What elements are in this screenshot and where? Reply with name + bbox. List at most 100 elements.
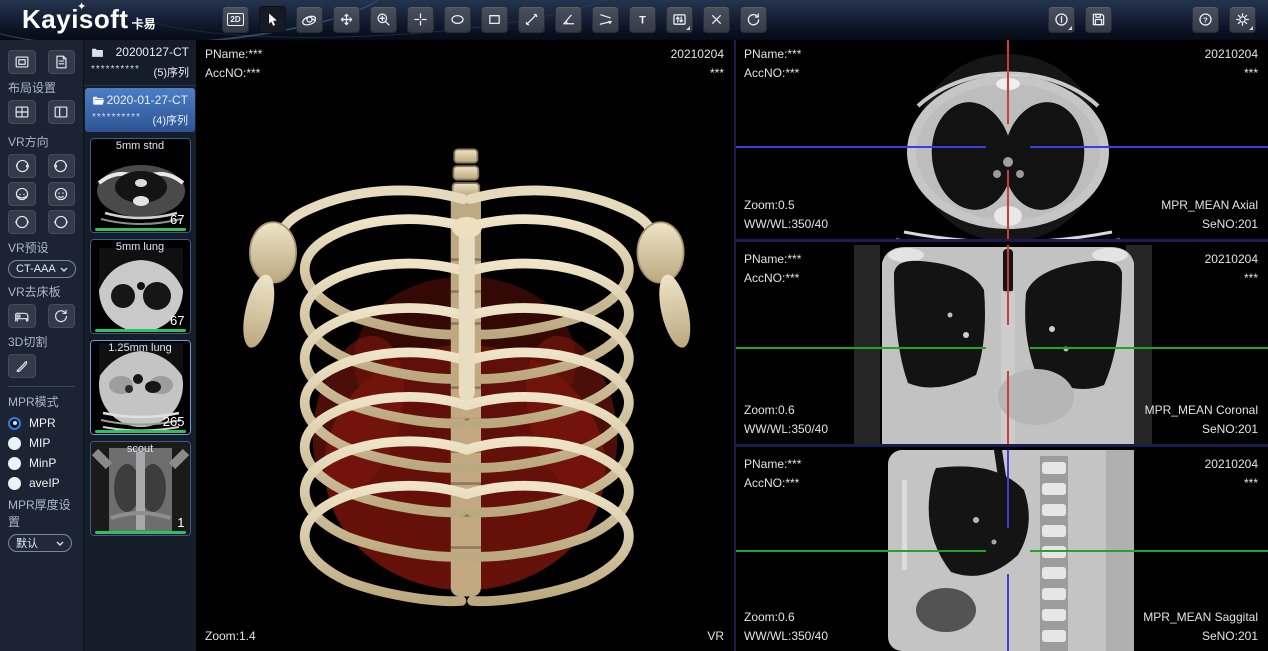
left-sidebar: 布局设置 VR方向 [0,40,84,651]
vr-preset-select[interactable]: CT-AAA [8,260,76,278]
head-front-plain-icon [52,213,70,231]
study-date: 20210204 [1205,45,1258,64]
study-title: 2020-01-27-CT [105,93,188,107]
mpr-mode-option-mpr[interactable]: MPR [8,416,75,430]
axial-crosshair-h-right[interactable] [1030,146,1268,148]
bed-reset-button[interactable] [48,304,76,328]
study-series-count: (5)序列 [154,64,189,80]
accession-number: AccNO:*** [744,474,801,493]
zoom-tool-button[interactable] [370,6,397,33]
rotate-3d-button[interactable] [296,6,323,33]
sagittal-crosshair-h-left[interactable] [736,550,986,552]
mpr-mode-option-minp[interactable]: MinP [8,456,75,470]
vr-direction-bottom-button[interactable] [48,210,76,234]
patient-name: PName:*** [744,45,801,64]
coronal-overlay-topright: 20210204 *** [1205,250,1258,288]
ellipse-roi-button[interactable] [444,6,471,33]
thumbnail-image-count: 67 [170,212,184,227]
mpr-mode-option-aveip[interactable]: aveIP [8,476,75,490]
remove-bed-button[interactable] [8,304,36,328]
cobb-angle-button[interactable] [592,6,619,33]
vr-direction-right-button[interactable] [48,154,76,178]
coronal-overlay-bottomright: MPR_MEAN Coronal SeNO:201 [1145,401,1258,439]
zoom-readout: Zoom:0.6 [744,401,828,420]
vr-direction-front-button[interactable] [48,182,76,206]
mpr-thickness-select[interactable]: 默认 [8,534,72,552]
layout-2x2-button[interactable] [8,100,36,124]
vr-preset-label: VR预设 [8,239,75,256]
toolbar-mid-right-group [1048,6,1112,33]
mpr-coronal-viewport[interactable]: PName:*** AccNO:*** 20210204 *** Zoom:0.… [736,245,1268,447]
radio-icon [8,477,21,490]
axial-crosshair-v-top[interactable] [1007,40,1009,124]
text-tool-icon: T [634,11,651,28]
cursor-tool-button[interactable] [259,6,286,33]
mpr-mode-label: MPR模式 [8,393,75,410]
layout-single-button[interactable] [8,50,36,74]
3d-cut-label: 3D切割 [8,333,75,350]
crosshair-tool-button[interactable] [407,6,434,33]
study-item-selected[interactable]: 2020-01-27-CT ********** (4)序列 [85,88,195,132]
patient-name: PName:*** [744,455,801,474]
folder-icon [91,47,104,58]
help-button[interactable]: ? [1192,6,1219,33]
plane-label: MPR_MEAN Saggital [1143,608,1258,627]
study-series-count: (4)序列 [153,112,188,128]
pan-icon [338,11,355,28]
vr-direction-top-button[interactable] [8,182,36,206]
series-thumbnail-5mm-stnd[interactable]: 5mm stnd 67 [90,138,191,233]
settings-button[interactable] [1229,6,1256,33]
sidebar-divider [8,386,75,387]
sagittal-crosshair-v-bottom[interactable] [1007,574,1009,651]
thumbnail-image-count: 265 [163,414,185,429]
3d-cut-knife-button[interactable] [8,354,36,378]
axial-crosshair-h-left[interactable] [736,146,986,148]
zoom-readout: Zoom:0.6 [744,608,828,627]
vr-viewport[interactable]: PName:*** AccNO:*** 20210204 *** Zoom:1.… [197,40,734,651]
sagittal-crosshair-h-right[interactable] [1030,550,1268,552]
angle-tool-button[interactable] [555,6,582,33]
reset-view-button[interactable] [740,6,767,33]
save-button[interactable] [1085,6,1112,33]
study-item[interactable]: 20200127-CT ********** (5)序列 [84,40,196,86]
mpr-mode-option-mip[interactable]: MIP [8,436,75,450]
layout-split-button[interactable] [48,100,76,124]
chevron-down-icon [60,267,68,272]
rectangle-icon [486,11,503,28]
vr-direction-back-button[interactable] [8,210,36,234]
axial-crosshair-v-bottom[interactable] [1007,170,1009,242]
text-annotation-button[interactable]: T [629,6,656,33]
coronal-crosshair-v-bottom[interactable] [1007,371,1009,447]
sagittal-crosshair-v-top[interactable] [1007,450,1009,528]
layout-clipboard-button[interactable] [48,50,76,74]
delete-annotation-button[interactable] [703,6,730,33]
axial-overlay-topleft: PName:*** AccNO:*** [744,45,801,83]
cine-scroll-button[interactable] [666,6,693,33]
vr-direction-left-button[interactable] [8,154,36,178]
head-front-eyes-icon [52,185,70,203]
head-top-icon [13,185,31,203]
head-right-icon [52,157,70,175]
series-thumbnail-1-25mm-lung[interactable]: 1.25mm lung 265 [90,340,191,435]
pacs-workstation: Kayisoft 卡易 ✦ 2D [0,0,1268,651]
pan-tool-button[interactable] [333,6,360,33]
series-thumbnail-scout[interactable]: scout 1 [90,441,191,536]
patient-name: PName:*** [205,45,262,64]
coronal-crosshair-v-top[interactable] [1007,245,1009,325]
vr-overlay-bottomleft: Zoom:1.4 [205,627,256,646]
mpr-sagittal-viewport[interactable]: PName:*** AccNO:*** 20210204 *** Zoom:0.… [736,450,1268,651]
coronal-crosshair-h-left[interactable] [736,347,986,349]
window-level-readout: WW/WL:350/40 [744,420,828,439]
rect-roi-button[interactable] [481,6,508,33]
logo-star-icon: ✦ [77,0,86,13]
thumbnail-load-progress [95,329,186,332]
study-patient-masked: ********** [92,112,141,128]
ruler-icon [523,11,540,28]
mpr-axial-viewport[interactable]: PName:*** AccNO:*** 20210204 *** Zoom:0.… [736,40,1268,242]
rotate-3d-icon [301,11,318,28]
info-button[interactable] [1048,6,1075,33]
coronal-crosshair-h-right[interactable] [1030,347,1268,349]
series-thumbnail-5mm-lung[interactable]: 5mm lung 67 [90,239,191,334]
measure-length-button[interactable] [518,6,545,33]
2d-view-button[interactable]: 2D [222,6,249,33]
